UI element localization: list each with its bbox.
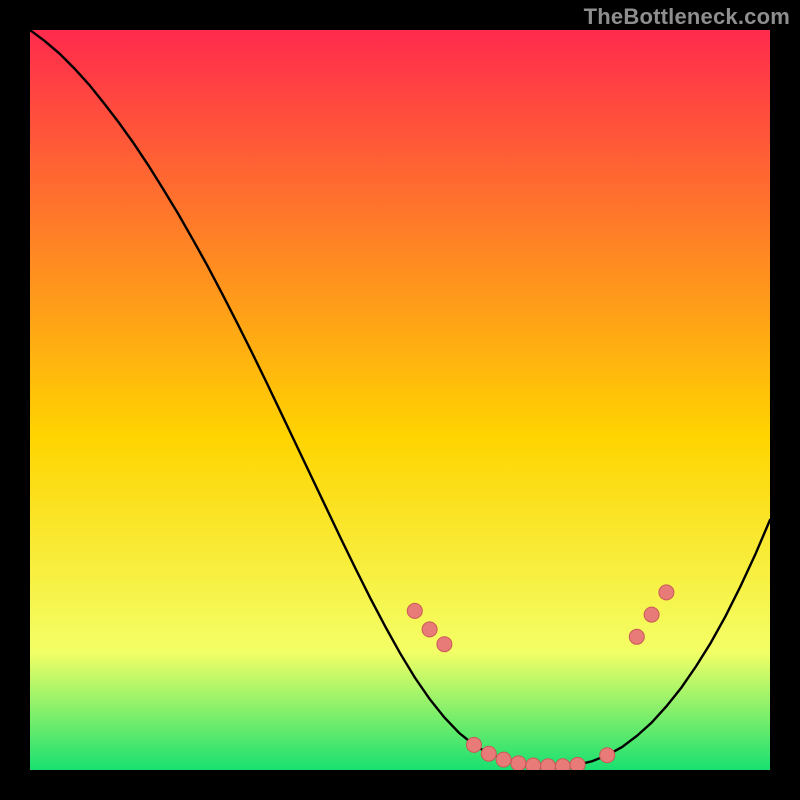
data-marker — [555, 759, 570, 770]
data-marker — [526, 758, 541, 770]
data-marker — [644, 607, 659, 622]
data-marker — [570, 757, 585, 770]
gradient-background — [30, 30, 770, 770]
bottleneck-chart — [30, 30, 770, 770]
data-marker — [629, 629, 644, 644]
data-marker — [511, 756, 526, 770]
data-marker — [467, 737, 482, 752]
data-marker — [600, 748, 615, 763]
chart-frame: TheBottleneck.com — [0, 0, 800, 800]
data-marker — [407, 603, 422, 618]
attribution-label: TheBottleneck.com — [584, 4, 790, 30]
plot-area — [30, 30, 770, 770]
data-marker — [659, 585, 674, 600]
data-marker — [541, 759, 556, 770]
data-marker — [422, 622, 437, 637]
data-marker — [437, 637, 452, 652]
data-marker — [496, 752, 511, 767]
data-marker — [481, 746, 496, 761]
